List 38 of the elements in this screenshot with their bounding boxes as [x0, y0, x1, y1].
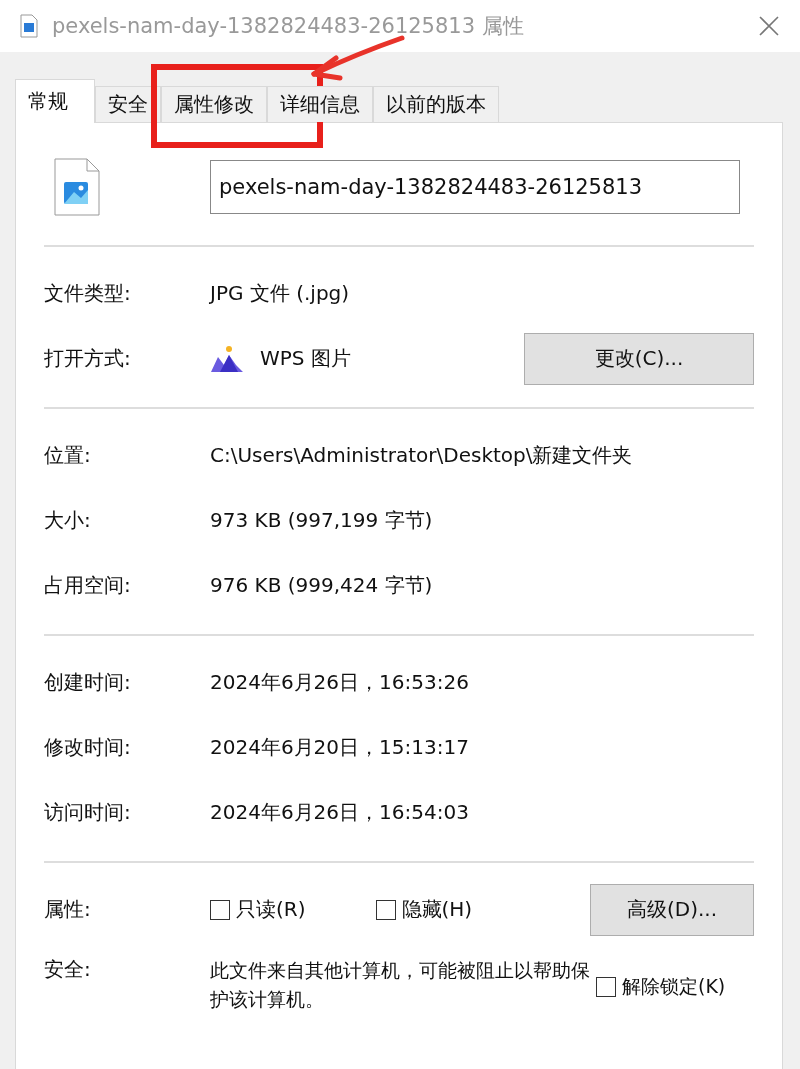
close-icon[interactable]: [758, 15, 780, 37]
app-icon: [210, 344, 244, 373]
change-button[interactable]: 更改(C)...: [524, 332, 754, 385]
field-label: 占用空间:: [44, 572, 132, 599]
field-value: 2024年6月26日，16:54:03: [210, 799, 470, 826]
tab[interactable]: 以前的版本: [373, 86, 499, 122]
field-label: 修改时间:: [44, 734, 132, 761]
checkbox-label[interactable]: 隐藏(H): [401, 896, 473, 923]
field-value: 2024年6月26日，16:53:26: [210, 669, 470, 696]
file-icon: [20, 14, 38, 38]
file-name-field[interactable]: pexels-nam-day-1382824483-26125813: [210, 160, 740, 214]
field-label: 访问时间:: [44, 799, 132, 826]
security-note: 此文件来自其他计算机，可能被阻止以帮助保护该计算机。: [210, 958, 590, 1012]
field-label: 大小:: [44, 507, 92, 534]
checkbox-label[interactable]: 解除锁定(K): [622, 974, 726, 1000]
image-file-icon: [54, 158, 100, 216]
field-label: 打开方式:: [44, 345, 132, 372]
checkbox[interactable]: [375, 899, 396, 920]
window-title: pexels-nam-day-1382824483-26125813 属性: [52, 13, 525, 40]
tab[interactable]: 常规: [15, 79, 95, 123]
tab[interactable]: 详细信息: [267, 86, 373, 122]
field-value: 2024年6月20日，15:13:17: [210, 734, 470, 761]
tab[interactable]: 安全: [95, 86, 161, 122]
field-label: 文件类型:: [44, 280, 132, 307]
field-value: 973 KB (997,199 字节): [210, 507, 434, 534]
field-label: 安全:: [44, 956, 92, 983]
checkbox[interactable]: [596, 977, 616, 997]
field-value: JPG 文件 (.jpg): [210, 280, 350, 307]
field-value: C:\Users\Administrator\Desktop\新建文件夹: [210, 442, 634, 469]
field-value: 976 KB (999,424 字节): [210, 572, 434, 599]
field-value: WPS 图片: [260, 345, 351, 372]
field-label: 创建时间:: [44, 669, 132, 696]
checkbox[interactable]: [210, 899, 230, 920]
advanced-button[interactable]: 高级(D)...: [590, 883, 754, 936]
field-label: 位置:: [44, 442, 92, 469]
tab[interactable]: 属性修改: [161, 86, 267, 122]
field-label: 属性:: [44, 896, 92, 923]
checkbox-label[interactable]: 只读(R): [236, 896, 306, 923]
